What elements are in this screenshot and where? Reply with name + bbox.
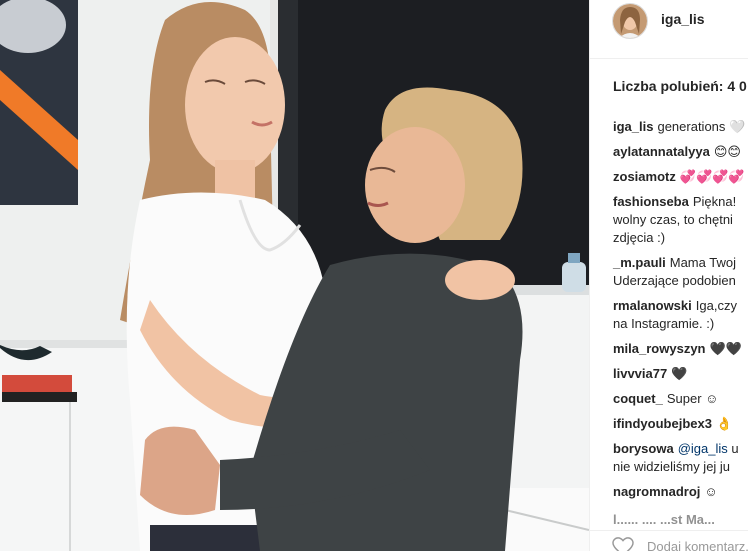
comment-item: coquet_ Super ☺ — [613, 390, 748, 408]
comment-item-truncated: l...... .... ...st Ma... — [613, 512, 715, 527]
comment-item: livvvia77 🖤 — [613, 365, 748, 383]
comment-text-line: wolny czas, to chętni — [613, 212, 733, 227]
comment-text-line: nie widzieliśmy jej ju — [613, 459, 731, 474]
comment-username[interactable]: livvvia77 — [613, 366, 667, 381]
comment-item: mila_rowyszyn 🖤🖤 — [613, 340, 748, 358]
comment-username[interactable]: ifindyoubejbex3 — [613, 416, 712, 431]
comment-text: Piękna! — [692, 194, 737, 209]
comment-username[interactable]: zosiamotz — [613, 169, 676, 184]
comment-item: borysowa @iga_lis u nie widzieliśmy jej j… — [613, 440, 748, 476]
comment-bar: Dodaj komentarz... — [590, 530, 748, 551]
comment-username[interactable]: rmalanowski — [613, 298, 692, 313]
comment-item: ifindyoubejbex3 👌 — [613, 415, 748, 433]
comment-username[interactable]: _m.pauli — [613, 255, 666, 270]
add-comment-input[interactable]: Dodaj komentarz... — [647, 539, 748, 551]
comment-item: rmalanowski Iga,czy na Instagramie. :) — [613, 297, 748, 333]
comment-item: aylatannatalyya 😊😊 — [613, 143, 748, 161]
comment-item: iga_lis generations 🤍 — [613, 118, 748, 136]
comment-item: fashionseba Piękna! wolny czas, to chętni… — [613, 193, 748, 247]
comment-username[interactable]: iga_lis — [613, 119, 653, 134]
comment-text-line: zdjęcia :) — [613, 230, 666, 245]
comment-text: 🖤🖤 — [709, 341, 742, 356]
heart-outline-icon[interactable] — [612, 537, 634, 551]
comment-username[interactable]: mila_rowyszyn — [613, 341, 706, 356]
comment-username[interactable]: coquet_ — [613, 391, 663, 406]
comment-item: zosiamotz 💞💞💞💞 — [613, 168, 748, 186]
post-username[interactable]: iga_lis — [661, 11, 705, 27]
comment-item: nagromnadroj ☺ — [613, 483, 748, 501]
comment-text-line: na Instagramie. :) — [613, 316, 715, 331]
photo-illustration — [0, 0, 589, 551]
comment-text: Iga,czy — [695, 298, 737, 313]
comment-text: u — [731, 441, 739, 456]
post-sidebar: iga_lis Liczba polubień: 4 0 iga_lisgene… — [589, 0, 748, 551]
comment-text: 💞💞💞💞 — [679, 169, 745, 184]
comment-mention[interactable]: @iga_lis — [678, 441, 728, 456]
avatar[interactable] — [612, 3, 648, 39]
post-photo[interactable] — [0, 0, 589, 551]
post-header: iga_lis — [590, 0, 748, 59]
comment-text: 😊😊 — [713, 144, 741, 159]
comment-username[interactable]: fashionseba — [613, 194, 689, 209]
comment-text: 👌 — [715, 416, 733, 431]
comment-text: ☺ — [704, 484, 718, 499]
comment-username[interactable]: borysowa — [613, 441, 674, 456]
comment-username[interactable]: aylatannatalyya — [613, 144, 710, 159]
comment-list: iga_lis generations 🤍 aylatannatalyya 😊😊 z… — [613, 118, 748, 508]
comment-username[interactable]: nagromnadroj — [613, 484, 700, 499]
comment-item: _m.pauli Mama Twoj Uderzające podobien — [613, 254, 748, 290]
comment-text-line: Uderzające podobien — [613, 273, 736, 288]
likes-count[interactable]: Liczba polubień: 4 0 — [613, 78, 747, 94]
comment-text: 🖤 — [671, 366, 688, 381]
comment-text: Mama Twoj — [669, 255, 736, 270]
comment-text: generations 🤍 — [657, 119, 746, 134]
comment-text: Super ☺ — [666, 391, 719, 406]
